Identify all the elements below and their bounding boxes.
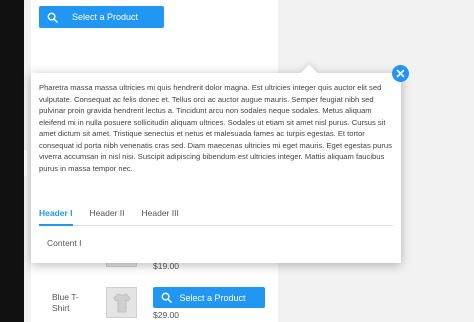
left-rail — [0, 0, 24, 322]
select-product-label: Select a Product — [71, 12, 139, 22]
tshirt-thumbnail-icon — [113, 293, 131, 313]
tab-content: Content I — [47, 238, 82, 248]
product-popover: Pharetra massa massa ultricies mi quis h… — [31, 64, 401, 263]
popover-body-text: Pharetra massa massa ultricies mi quis h… — [39, 83, 392, 173]
search-icon — [161, 292, 172, 303]
select-product-button[interactable]: Select a Product — [153, 287, 265, 308]
product-thumbnail — [106, 287, 137, 318]
resize-handle[interactable] — [24, 150, 27, 176]
close-popover-button[interactable] — [392, 65, 409, 82]
close-icon — [396, 69, 405, 78]
tab-header-2[interactable]: Header II — [90, 206, 125, 226]
popover-arrow — [300, 64, 318, 82]
select-product-label: Select a Product — [179, 292, 246, 303]
product-price: $29.00 — [153, 310, 179, 320]
tab-header-3[interactable]: Header III — [142, 206, 179, 226]
product-name: Blue T-Shirt — [52, 292, 79, 313]
popover-tabs: Header I Header II Header III — [39, 206, 393, 226]
select-product-button[interactable]: Select a Product — [39, 6, 164, 28]
search-icon — [47, 12, 58, 23]
tab-header-1[interactable]: Header I — [39, 206, 73, 226]
